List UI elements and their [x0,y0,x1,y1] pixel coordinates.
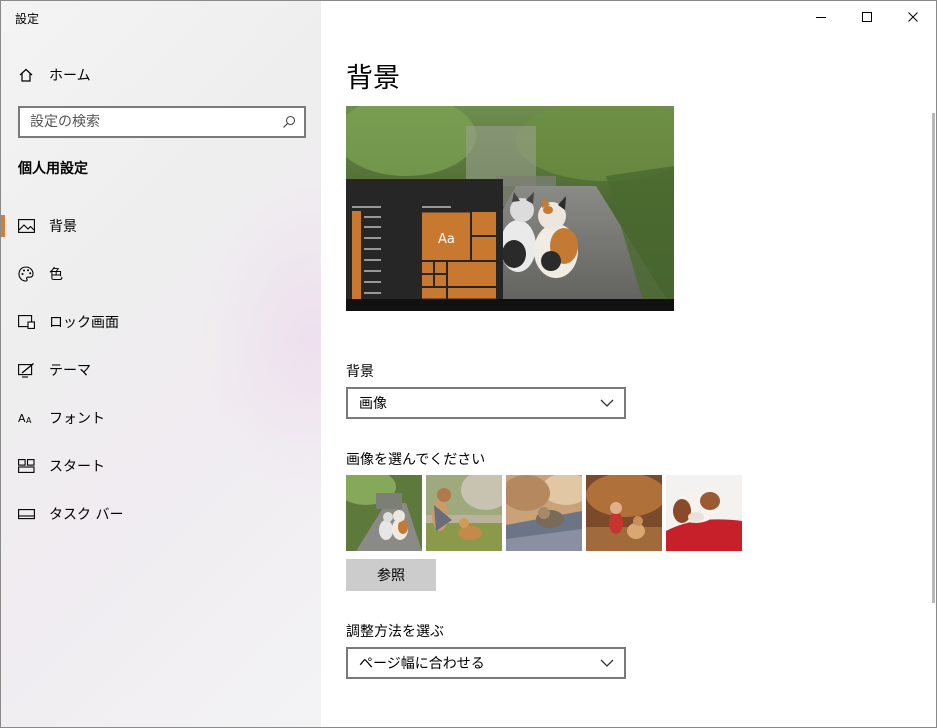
sidebar-item-start[interactable]: スタート [1,442,321,490]
svg-text:A: A [26,416,32,425]
sidebar-item-label: 背景 [49,219,77,235]
sidebar-item-label: ロック画面 [49,315,119,331]
thumbnail-cat-on-lap[interactable] [506,475,582,551]
search-input[interactable] [30,114,280,130]
sidebar-item-label: テーマ [49,363,91,379]
fit-value: ページ幅に合わせる [359,656,485,672]
close-button[interactable] [890,1,936,33]
maximize-icon [862,12,872,22]
sidebar-item-label: タスク バー [49,507,124,523]
theme-icon [17,361,35,379]
background-preview: Aa [346,106,674,311]
close-icon [908,12,918,22]
image-thumbnails [346,475,742,551]
picture-icon [17,217,35,235]
browse-button[interactable]: 参照 [346,559,436,591]
fit-label: 調整方法を選ぶ [346,624,444,640]
sidebar-item-taskbar[interactable]: タスク バー [1,490,321,538]
search-icon[interactable] [280,113,298,131]
page-title: 背景 [346,63,400,94]
search-box[interactable] [18,106,306,138]
sidebar: 設定 ホーム 個人用設定 背景 [1,1,321,727]
home-nav-item[interactable]: ホーム [17,64,91,86]
preview-tile-text: Aa [438,232,455,247]
settings-window: 設定 ホーム 個人用設定 背景 [0,0,937,728]
sidebar-item-label: 色 [49,267,63,283]
nav-list: 背景 色 ロック画面 テーマ A A フォント スタート タスク バー [1,202,321,538]
sidebar-item-background[interactable]: 背景 [1,202,321,250]
sidebar-item-color[interactable]: 色 [1,250,321,298]
section-title: 個人用設定 [18,161,88,177]
thumbnail-child-and-dog[interactable] [586,475,662,551]
chevron-down-icon [600,659,614,667]
sidebar-item-font[interactable]: AA フォント [1,394,321,442]
chevron-down-icon [600,399,614,407]
sidebar-item-theme[interactable]: テーマ [1,346,321,394]
lock-screen-icon [17,313,35,331]
thumbnail-girl-and-dog[interactable] [426,475,502,551]
choose-image-label: 画像を選んでください [346,452,486,468]
sidebar-item-lock-screen[interactable]: ロック画面 [1,298,321,346]
minimize-button[interactable] [798,1,844,33]
app-title: 設定 [15,12,40,26]
thumbnail-kittens[interactable] [346,475,422,551]
scrollbar[interactable] [932,113,935,603]
maximize-button[interactable] [844,1,890,33]
background-type-value: 画像 [359,396,387,412]
font-icon: AA [17,409,35,427]
window-controls [798,1,936,33]
home-label: ホーム [49,68,91,84]
svg-text:A: A [18,412,26,425]
taskbar-icon [17,505,35,523]
main-content: 背景 Aa 背景 画像 画像を選んでください 参照 調整方法を選ぶ ページ幅に合… [321,1,936,727]
palette-icon [17,265,35,283]
minimize-icon [816,17,826,18]
background-type-dropdown[interactable]: 画像 [346,387,626,419]
sidebar-item-label: フォント [49,411,105,427]
thumbnail-sleeping-dog[interactable] [666,475,742,551]
fit-dropdown[interactable]: ページ幅に合わせる [346,647,626,679]
home-icon [17,66,35,84]
background-type-label: 背景 [346,364,374,380]
start-icon [17,457,35,475]
sidebar-item-label: スタート [49,459,105,475]
